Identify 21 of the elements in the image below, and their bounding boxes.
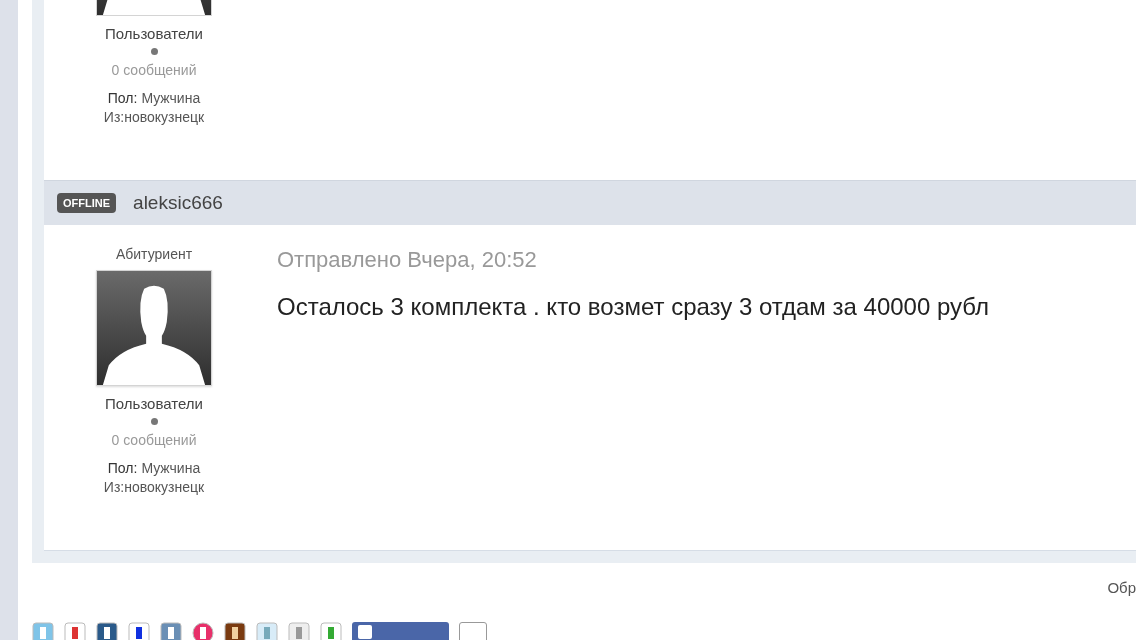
like-button[interactable] bbox=[352, 622, 449, 640]
user-rank: Абитуриент bbox=[115, 246, 193, 262]
footer-link[interactable]: Обр bbox=[1107, 579, 1136, 596]
count-bubble bbox=[459, 622, 487, 640]
user-group: Пользователи bbox=[105, 395, 203, 412]
post-date: Отправлено Вчера, 20:52 bbox=[277, 247, 538, 273]
post-count: 0 сообщений bbox=[111, 62, 197, 78]
gender-label: Пол: bbox=[107, 90, 138, 106]
facebook-icon bbox=[358, 625, 372, 639]
status-badge: OFFLINE bbox=[57, 193, 117, 213]
username[interactable]: aleksic666 bbox=[133, 192, 223, 214]
gender-value: Мужчина bbox=[141, 460, 201, 476]
post-text: Осталось 3 комплекта . кто возмет сразу 3 отдам за 40000 рубл bbox=[277, 293, 989, 321]
user-group: Пользователи bbox=[105, 25, 203, 42]
status-dot-icon bbox=[150, 48, 158, 55]
user-location: Из:новокузнецк bbox=[103, 479, 205, 495]
user-location: Из:новокузнецк bbox=[103, 109, 205, 125]
post-count: 0 сообщений bbox=[111, 432, 197, 448]
gender-label: Пол: bbox=[107, 460, 138, 476]
gender-value: Мужчина bbox=[141, 90, 201, 106]
status-dot-icon bbox=[150, 418, 158, 425]
